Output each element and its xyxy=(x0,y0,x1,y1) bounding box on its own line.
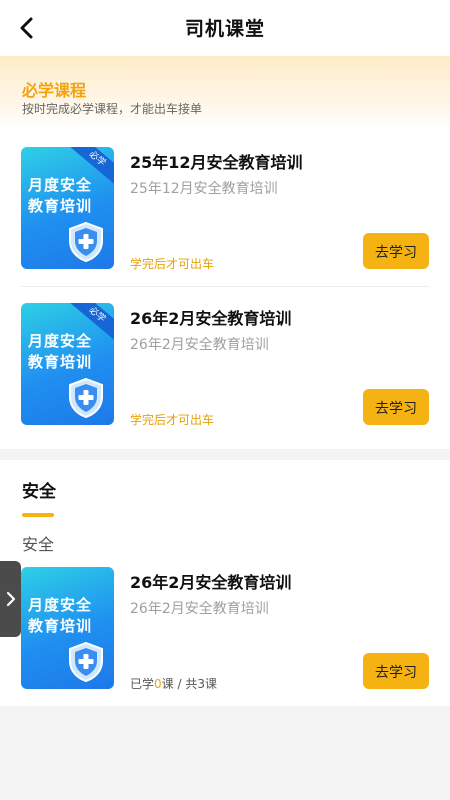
tab-active-indicator xyxy=(22,513,54,517)
shield-cross-icon xyxy=(69,641,103,683)
course-progress: 已学0课 / 共3课 xyxy=(130,675,217,692)
course-card[interactable]: 必学 月度安全 教育培训 25年12月安全教育培训 25年12月安全教育培训 学… xyxy=(0,147,450,277)
course-title: 26年2月安全教育培训 xyxy=(130,309,292,328)
page-title: 司机课堂 xyxy=(184,18,265,40)
shield-cross-icon xyxy=(69,221,103,263)
required-courses-section: 必学课程 按时完成必学课程，才能出车接单 必学 月度安全 教育培训 25年12月… xyxy=(0,56,450,449)
progress-done-count: 0 xyxy=(154,677,162,691)
start-learning-button[interactable]: 去学习 xyxy=(363,653,429,689)
course-note: 学完后才可出车 xyxy=(130,413,215,427)
safety-section: 安全 安全 月度安全 教育培训 26年2月安全教育培训 26年2月安全教育培训 … xyxy=(0,460,450,706)
required-section-title: 必学课程 xyxy=(22,81,87,100)
shield-cross-icon xyxy=(69,377,103,419)
course-subtitle: 26年2月安全教育培训 xyxy=(130,601,269,617)
required-section-subtitle: 按时完成必学课程，才能出车接单 xyxy=(22,102,203,116)
course-title: 25年12月安全教育培训 xyxy=(130,153,303,172)
course-thumbnail: 月度安全 教育培训 xyxy=(21,567,114,689)
thumbnail-text: 月度安全 教育培训 xyxy=(28,332,93,371)
divider xyxy=(21,286,429,287)
start-learning-button[interactable]: 去学习 xyxy=(363,389,429,425)
course-note: 学完后才可出车 xyxy=(130,257,215,271)
course-title: 26年2月安全教育培训 xyxy=(130,573,292,592)
course-card[interactable]: 月度安全 教育培训 26年2月安全教育培训 26年2月安全教育培训 已学0课 /… xyxy=(0,567,450,697)
thumbnail-text: 月度安全 教育培训 xyxy=(28,176,93,215)
top-nav-bar: 司机课堂 xyxy=(0,0,450,56)
course-subtitle: 25年12月安全教育培训 xyxy=(130,181,278,197)
thumbnail-text: 月度安全 教育培训 xyxy=(28,596,93,635)
chevron-right-icon xyxy=(6,591,16,607)
tab-safety[interactable]: 安全 xyxy=(22,477,56,502)
side-expand-handle[interactable] xyxy=(0,561,21,637)
progress-suffix: 课 / 共3课 xyxy=(161,677,217,691)
course-card[interactable]: 必学 月度安全 教育培训 26年2月安全教育培训 26年2月安全教育培训 学完后… xyxy=(0,303,450,433)
start-learning-button[interactable]: 去学习 xyxy=(363,233,429,269)
course-subtitle: 26年2月安全教育培训 xyxy=(130,337,269,353)
category-label: 安全 xyxy=(22,535,55,554)
progress-prefix: 已学 xyxy=(130,677,155,691)
course-thumbnail: 必学 月度安全 教育培训 xyxy=(21,303,114,425)
course-thumbnail: 必学 月度安全 教育培训 xyxy=(21,147,114,269)
